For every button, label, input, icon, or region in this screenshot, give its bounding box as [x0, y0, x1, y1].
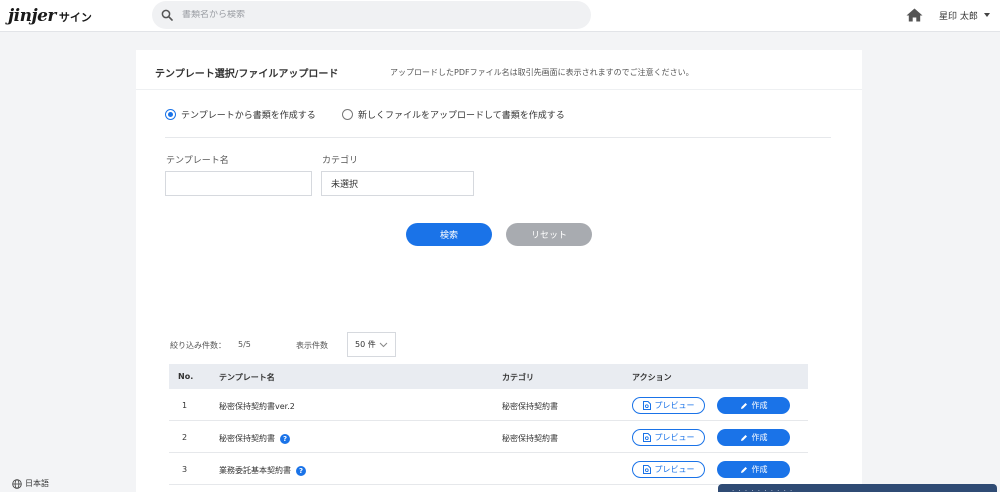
row-template-name: 秘密保持契約書ver.2: [219, 402, 295, 411]
preview-label: プレビュー: [654, 465, 695, 474]
toast-text: · · · · · · · · · ·: [732, 487, 794, 492]
pencil-icon: [740, 402, 748, 410]
search-button[interactable]: 検索: [406, 223, 492, 246]
help-icon[interactable]: ?: [296, 465, 306, 476]
radio-from-template[interactable]: テンプレートから書類を作成する: [165, 108, 316, 121]
radio-button[interactable]: [342, 108, 353, 120]
preview-button[interactable]: プレビュー: [632, 397, 705, 414]
page-title: テンプレート選択/ファイルアップロード: [155, 69, 339, 80]
template-name-label: テンプレート名: [166, 156, 229, 166]
filtered-count-label: 絞り込み件数：: [170, 341, 226, 350]
radio-upload-file[interactable]: 新しくファイルをアップロードして書類を作成する: [342, 108, 565, 121]
create-button[interactable]: 作成: [717, 397, 790, 414]
per-page-value: 50 件: [355, 340, 376, 349]
table-row: 2 秘密保持契約書? 秘密保持契約書 プレビュー 作成: [169, 421, 808, 453]
create-button[interactable]: 作成: [717, 461, 790, 478]
user-name[interactable]: 星印 太郎: [939, 9, 978, 22]
category-label: カテゴリ: [322, 156, 359, 166]
row-no: 2: [182, 433, 188, 442]
app-header: jinjer サイン 星印 太郎: [0, 0, 1000, 32]
pencil-icon: [740, 466, 748, 474]
table-row: 3 業務委託基本契約書? プレビュー 作成: [169, 453, 808, 485]
preview-button[interactable]: プレビュー: [632, 429, 705, 446]
row-template-name-wrap: 秘密保持契約書?: [219, 433, 290, 444]
app-logo[interactable]: jinjer サイン: [8, 6, 92, 26]
category-select[interactable]: 未選択: [321, 171, 474, 196]
upload-notice: アップロードしたPDFファイル名は取引先画面に表示されますのでご注意ください。: [390, 68, 694, 77]
table-header: No. テンプレート名 カテゴリ アクション: [169, 364, 808, 389]
column-header-name: テンプレート名: [219, 373, 275, 382]
create-label: 作成: [751, 401, 768, 410]
preview-label: プレビュー: [654, 433, 695, 442]
preview-button[interactable]: プレビュー: [632, 461, 705, 478]
create-label: 作成: [751, 433, 768, 442]
radio-button-checked[interactable]: [165, 108, 176, 120]
row-template-name: 秘密保持契約書: [219, 434, 275, 443]
per-page-label: 表示件数: [296, 341, 328, 350]
column-header-category: カテゴリ: [502, 373, 534, 382]
global-search[interactable]: [152, 1, 591, 29]
table-row: 1 秘密保持契約書ver.2 秘密保持契約書 プレビュー 作成: [169, 389, 808, 421]
chevron-down-icon: [379, 341, 388, 350]
globe-icon: [12, 478, 22, 489]
reset-button[interactable]: リセット: [506, 223, 592, 246]
notification-toast[interactable]: · · · · · · · · · ·: [718, 484, 997, 492]
per-page-select[interactable]: 50 件: [347, 332, 396, 357]
logo-wordmark: jinjer: [8, 6, 56, 26]
row-template-name-wrap: 業務委託基本契約書?: [219, 465, 306, 476]
filtered-count-value: 5/5: [238, 340, 251, 349]
document-search-icon: [642, 465, 651, 474]
pencil-icon: [740, 434, 748, 442]
template-name-input[interactable]: [165, 171, 312, 196]
row-no: 3: [182, 465, 188, 474]
language-label: 日本語: [25, 479, 49, 488]
help-icon[interactable]: ?: [280, 433, 290, 444]
create-label: 作成: [751, 465, 768, 474]
column-header-no: No.: [178, 372, 194, 381]
search-icon: [152, 9, 182, 21]
home-icon[interactable]: [906, 7, 923, 26]
radio-label: 新しくファイルをアップロードして書類を作成する: [358, 110, 565, 121]
search-input[interactable]: [182, 10, 562, 20]
document-search-icon: [642, 401, 651, 410]
row-template-name: 業務委託基本契約書: [219, 466, 291, 475]
row-no: 1: [182, 401, 188, 410]
document-search-icon: [642, 433, 651, 442]
create-button[interactable]: 作成: [717, 429, 790, 446]
card-header: テンプレート選択/ファイルアップロード アップロードしたPDFファイル名は取引先…: [136, 50, 862, 90]
row-category: 秘密保持契約書: [502, 434, 558, 443]
column-header-action: アクション: [632, 373, 672, 382]
radio-label: テンプレートから書類を作成する: [181, 110, 316, 121]
section-divider: [165, 137, 831, 138]
language-switcher[interactable]: 日本語: [12, 478, 49, 489]
preview-label: プレビュー: [654, 401, 695, 410]
row-category: 秘密保持契約書: [502, 402, 558, 411]
logo-subtitle: サイン: [58, 11, 92, 24]
user-menu-chevron-icon[interactable]: [984, 13, 990, 17]
